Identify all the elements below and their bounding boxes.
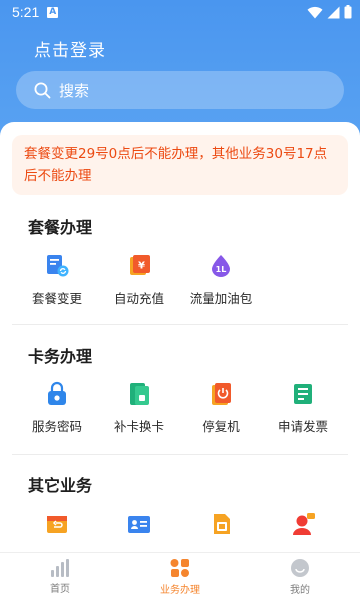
business-grid-icon — [170, 558, 189, 577]
notice-banner: 套餐变更29号0点后不能办理，其他业务30号17点后不能办理 — [12, 135, 348, 195]
grid-item-auto-recharge[interactable]: ¥ 自动充值 — [98, 253, 180, 307]
status-time: 5:21 — [12, 4, 40, 20]
tab-profile[interactable]: 我的 — [240, 553, 360, 600]
grid-item-other-3[interactable] — [180, 511, 262, 546]
divider — [12, 324, 348, 325]
tab-label: 首页 — [50, 583, 70, 595]
home-bars-icon — [51, 558, 69, 577]
grid-item-label: 自动充值 — [113, 291, 164, 306]
section-title-other: 其它业务 — [28, 476, 93, 495]
search-placeholder: 搜索 — [59, 81, 90, 100]
tab-business[interactable]: 业务办理 — [120, 553, 240, 600]
grid-item-sim-replace[interactable]: 补卡换卡 — [98, 381, 180, 435]
grid-item-other-4[interactable] — [262, 511, 344, 546]
sim-replace-icon — [130, 383, 149, 405]
tab-home[interactable]: 首页 — [0, 553, 120, 600]
section-title-plan: 套餐办理 — [28, 218, 93, 237]
notification-icon: A — [47, 6, 59, 18]
grid-item-data-boost[interactable]: 1L 流量加油包 — [180, 253, 262, 307]
grid-item-label: 套餐变更 — [31, 291, 82, 306]
sim-card-icon — [214, 514, 230, 534]
login-button[interactable]: 点击登录 — [34, 36, 106, 61]
grid-item-label: 停复机 — [202, 419, 240, 434]
service-password-icon — [48, 381, 66, 405]
grid-item-service-password[interactable]: 服务密码 — [16, 381, 98, 435]
customer-service-icon — [293, 513, 315, 535]
auto-recharge-icon: ¥ — [130, 255, 150, 275]
svg-text:1L: 1L — [216, 265, 227, 274]
signal-icon — [327, 6, 340, 18]
search-icon — [34, 82, 51, 98]
id-card-icon — [128, 516, 150, 533]
data-boost-icon: 1L — [212, 255, 230, 277]
grid-item-other-2[interactable] — [98, 511, 180, 546]
search-input[interactable]: 搜索 — [16, 71, 344, 109]
return-icon — [47, 516, 67, 533]
grid-item-invoice[interactable]: 申请发票 — [262, 381, 344, 435]
divider — [12, 454, 348, 455]
section-title-card: 卡务办理 — [28, 347, 93, 366]
grid-item-label: 流量加油包 — [189, 291, 253, 306]
grid-item-suspend-resume[interactable]: 停复机 — [180, 381, 262, 435]
profile-icon — [291, 558, 309, 577]
wifi-icon — [307, 6, 323, 18]
tab-label: 我的 — [290, 584, 310, 596]
plan-change-icon — [47, 255, 69, 277]
svg-text:¥: ¥ — [138, 261, 145, 272]
tab-label: 业务办理 — [160, 584, 200, 596]
grid-item-label: 服务密码 — [31, 419, 82, 434]
battery-icon — [344, 5, 352, 19]
suspend-resume-icon — [212, 383, 231, 405]
grid-item-label: 补卡换卡 — [113, 419, 164, 434]
invoice-icon — [294, 384, 312, 404]
bottom-tab-bar: 首页 业务办理 我的 — [0, 552, 360, 600]
grid-item-label: 申请发票 — [277, 419, 328, 434]
status-bar: 5:21 A — [0, 0, 360, 24]
grid-item-plan-change[interactable]: 套餐变更 — [16, 253, 98, 307]
business-card: 套餐变更29号0点后不能办理，其他业务30号17点后不能办理 套餐办理 套餐变更… — [0, 122, 360, 552]
grid-item-other-1[interactable] — [16, 511, 98, 546]
